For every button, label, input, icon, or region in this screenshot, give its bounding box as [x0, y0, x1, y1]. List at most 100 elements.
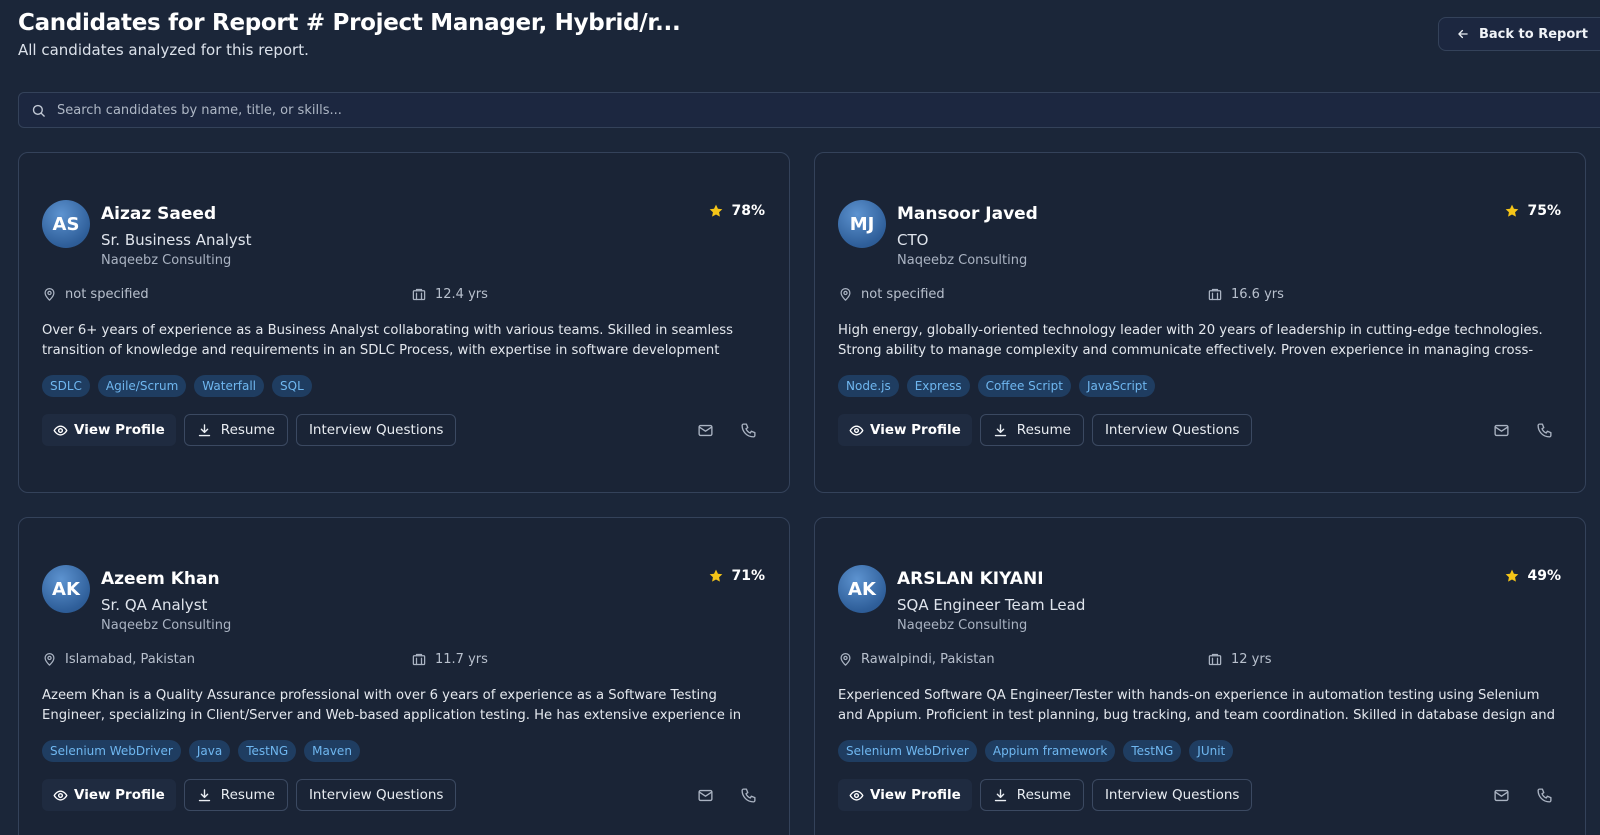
view-profile-button[interactable]: View Profile: [42, 414, 176, 446]
resume-label: Resume: [220, 422, 275, 438]
avatar-initials: MJ: [849, 213, 875, 235]
resume-button[interactable]: Resume: [979, 414, 1084, 446]
map-pin-icon: [44, 652, 55, 666]
skill-tag: Maven: [304, 740, 360, 762]
resume-label: Resume: [220, 787, 275, 803]
resume-button[interactable]: Resume: [183, 779, 288, 811]
resume-label: Resume: [1016, 787, 1071, 803]
mail-icon[interactable]: [1493, 422, 1510, 439]
interview-questions-label: Interview Questions: [1104, 787, 1240, 803]
phone-icon[interactable]: [1536, 422, 1553, 439]
skill-tag: JUnit: [1189, 740, 1234, 762]
eye-icon: [849, 789, 864, 801]
view-profile-label: View Profile: [870, 422, 961, 438]
phone-icon[interactable]: [740, 787, 757, 804]
interview-questions-button[interactable]: Interview Questions: [295, 414, 457, 446]
skill-tags: Selenium WebDriver Appium framework TestNG…: [838, 740, 1234, 762]
resume-button[interactable]: Resume: [183, 414, 288, 446]
search-input[interactable]: [57, 102, 957, 118]
candidate-summary: Experienced Software QA Engineer/Tester …: [838, 688, 1556, 723]
star-icon: [710, 204, 723, 217]
interview-questions-label: Interview Questions: [1104, 422, 1240, 438]
candidate-card: MJ Mansoor Javed CTO Naqeebz Consulting …: [814, 152, 1586, 493]
avatar: AS: [42, 200, 90, 248]
candidate-card: AS Aizaz Saeed Sr. Business Analyst Naqe…: [18, 152, 790, 493]
download-icon: [994, 423, 1006, 436]
experience-text: 16.6 yrs: [1231, 287, 1284, 302]
location-text: Islamabad, Pakistan: [65, 652, 195, 667]
experience-text: 11.7 yrs: [435, 652, 488, 667]
avatar-initials: AK: [848, 578, 876, 600]
map-pin-icon: [44, 287, 55, 301]
eye-icon: [53, 424, 68, 436]
star-icon: [1506, 204, 1519, 217]
page-title: Candidates for Report # Project Manager,…: [18, 10, 681, 36]
view-profile-button[interactable]: View Profile: [42, 779, 176, 811]
location-text: not specified: [65, 287, 149, 302]
candidate-experience: 16.6 yrs: [1207, 287, 1284, 302]
skill-tags: Node.js Express Coffee Script JavaScript: [838, 375, 1156, 397]
building-icon: [412, 288, 426, 301]
candidate-location: not specified: [42, 287, 149, 302]
interview-questions-button[interactable]: Interview Questions: [1091, 779, 1253, 811]
candidate-company: Naqeebz Consulting: [101, 618, 232, 633]
interview-questions-button[interactable]: Interview Questions: [295, 779, 457, 811]
candidate-card: AK ARSLAN KIYANI SQA Engineer Team Lead …: [814, 517, 1586, 835]
phone-icon[interactable]: [1536, 787, 1553, 804]
match-score: 71%: [708, 568, 765, 584]
match-score-value: 78%: [731, 203, 765, 219]
back-to-report-button[interactable]: Back to Report: [1438, 17, 1600, 51]
skill-tag: Selenium WebDriver: [42, 740, 181, 762]
star-icon: [710, 569, 723, 582]
skill-tag: Node.js: [838, 375, 899, 397]
download-icon: [198, 788, 210, 801]
candidate-title: Sr. QA Analyst: [101, 596, 208, 614]
view-profile-button[interactable]: View Profile: [838, 779, 972, 811]
resume-button[interactable]: Resume: [979, 779, 1084, 811]
match-score-value: 75%: [1527, 203, 1561, 219]
match-score-value: 49%: [1527, 568, 1561, 584]
candidate-location: Islamabad, Pakistan: [42, 652, 195, 667]
match-score-value: 71%: [731, 568, 765, 584]
location-text: not specified: [861, 287, 945, 302]
star-icon: [1506, 569, 1519, 582]
mail-icon[interactable]: [1493, 787, 1510, 804]
phone-icon[interactable]: [740, 422, 757, 439]
search-bar: [18, 92, 1600, 128]
match-score: 49%: [1504, 568, 1561, 584]
avatar-initials: AS: [52, 213, 80, 235]
skill-tag: TestNG: [1123, 740, 1182, 762]
match-score: 75%: [1504, 203, 1561, 219]
mail-icon[interactable]: [697, 787, 714, 804]
candidate-location: not specified: [838, 287, 945, 302]
candidate-name: Mansoor Javed: [897, 204, 1038, 224]
interview-questions-button[interactable]: Interview Questions: [1091, 414, 1253, 446]
card-actions: View Profile Resume Interview Questions: [838, 779, 1253, 811]
download-icon: [198, 423, 210, 436]
view-profile-label: View Profile: [870, 787, 961, 803]
view-profile-button[interactable]: View Profile: [838, 414, 972, 446]
skill-tag: SQL: [272, 375, 312, 397]
skill-tag: Agile/Scrum: [97, 375, 187, 397]
card-actions: View Profile Resume Interview Questions: [838, 414, 1253, 446]
candidate-name: Azeem Khan: [101, 569, 220, 589]
skill-tag: Appium framework: [984, 740, 1116, 762]
eye-icon: [53, 789, 68, 801]
location-text: Rawalpindi, Pakistan: [861, 652, 995, 667]
skill-tags: Selenium WebDriver Java TestNG Maven: [42, 740, 360, 762]
candidate-name: ARSLAN KIYANI: [897, 569, 1044, 589]
map-pin-icon: [840, 287, 851, 301]
candidate-summary: Azeem Khan is a Quality Assurance profes…: [42, 688, 742, 723]
search-icon: [32, 104, 45, 117]
skill-tag: SDLC: [42, 375, 90, 397]
match-score: 78%: [708, 203, 765, 219]
avatar: AK: [42, 565, 90, 613]
interview-questions-label: Interview Questions: [308, 422, 444, 438]
arrow-left-icon: [1458, 29, 1468, 39]
candidate-summary: Over 6+ years of experience as a Busines…: [42, 323, 733, 358]
mail-icon[interactable]: [697, 422, 714, 439]
skill-tag: TestNG: [238, 740, 297, 762]
page-subtitle: All candidates analyzed for this report.: [18, 41, 309, 59]
avatar-initials: AK: [52, 578, 80, 600]
building-icon: [1208, 653, 1222, 666]
